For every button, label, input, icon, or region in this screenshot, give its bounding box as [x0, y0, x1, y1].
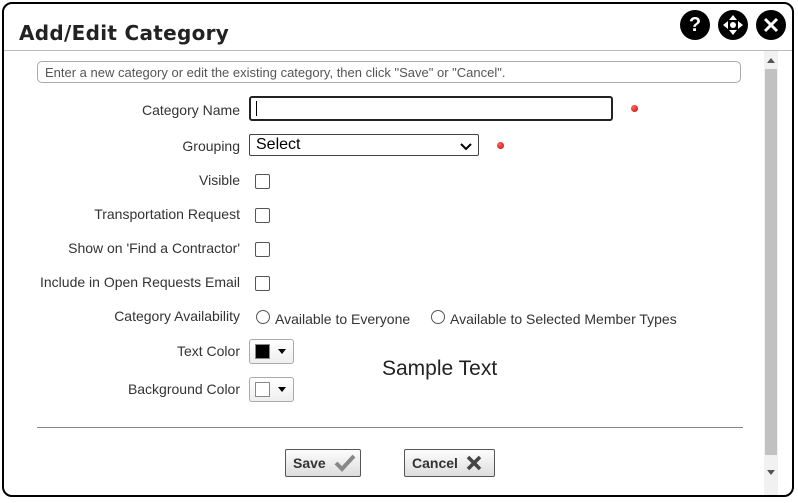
- required-marker-icon: [497, 142, 504, 149]
- add-edit-category-dialog: Add/Edit Category ? Enter a new category…: [2, 2, 794, 497]
- move-icon[interactable]: [718, 10, 748, 40]
- vertical-scrollbar[interactable]: [764, 51, 778, 495]
- available-selected-types-label[interactable]: Available to Selected Member Types: [450, 311, 677, 327]
- checkmark-icon: [334, 454, 356, 472]
- sample-text-preview: Sample Text: [382, 357, 498, 380]
- available-everyone-label[interactable]: Available to Everyone: [275, 311, 410, 327]
- available-everyone-radio[interactable]: [256, 310, 270, 324]
- scroll-down-arrow-icon[interactable]: [767, 470, 775, 475]
- save-button-label: Save: [293, 455, 326, 471]
- divider: [37, 427, 743, 428]
- scroll-up-arrow-icon[interactable]: [767, 58, 775, 63]
- text-caret: [256, 101, 257, 116]
- category-name-label: Category Name: [141, 102, 240, 118]
- find-contractor-label: Show on 'Find a Contractor': [68, 240, 240, 256]
- find-contractor-checkbox[interactable]: [255, 242, 270, 257]
- move-arrows-icon: [723, 15, 743, 35]
- text-color-label: Text Color: [176, 343, 240, 359]
- text-color-picker[interactable]: [249, 339, 294, 364]
- cancel-button-label: Cancel: [412, 455, 458, 471]
- scrollbar-thumb[interactable]: [765, 69, 777, 455]
- category-name-input[interactable]: [249, 96, 613, 121]
- save-button[interactable]: Save: [285, 449, 361, 477]
- category-availability-label: Category Availability: [114, 308, 240, 324]
- dialog-content: Enter a new category or edit the existin…: [4, 51, 761, 495]
- cancel-button[interactable]: Cancel: [404, 449, 495, 477]
- grouping-selected-value: Select: [256, 136, 301, 153]
- transportation-request-checkbox[interactable]: [255, 208, 270, 223]
- chevron-down-icon: [460, 138, 472, 158]
- text-color-swatch: [255, 344, 270, 359]
- grouping-label: Grouping: [182, 138, 240, 154]
- info-banner: Enter a new category or edit the existin…: [37, 61, 741, 83]
- visible-checkbox[interactable]: [255, 174, 270, 189]
- close-icon[interactable]: [756, 10, 786, 40]
- background-color-swatch: [255, 382, 270, 397]
- x-icon: [466, 455, 482, 471]
- open-requests-email-label: Include in Open Requests Email: [40, 274, 240, 290]
- dialog-titlebar[interactable]: Add/Edit Category ?: [4, 4, 792, 51]
- close-x-icon: [763, 17, 779, 33]
- required-marker-icon: [631, 105, 638, 112]
- open-requests-email-checkbox[interactable]: [255, 276, 270, 291]
- visible-label: Visible: [199, 172, 240, 188]
- dropdown-arrow-icon: [278, 387, 286, 392]
- dialog-title: Add/Edit Category: [19, 21, 230, 45]
- help-glyph: ?: [688, 13, 702, 36]
- background-color-picker[interactable]: [249, 377, 294, 402]
- available-selected-types-radio[interactable]: [431, 310, 445, 324]
- dropdown-arrow-icon: [278, 349, 286, 354]
- transportation-request-label: Transportation Request: [94, 206, 240, 222]
- background-color-label: Background Color: [127, 381, 240, 397]
- grouping-select[interactable]: Select: [249, 134, 479, 156]
- help-icon[interactable]: ?: [680, 10, 710, 40]
